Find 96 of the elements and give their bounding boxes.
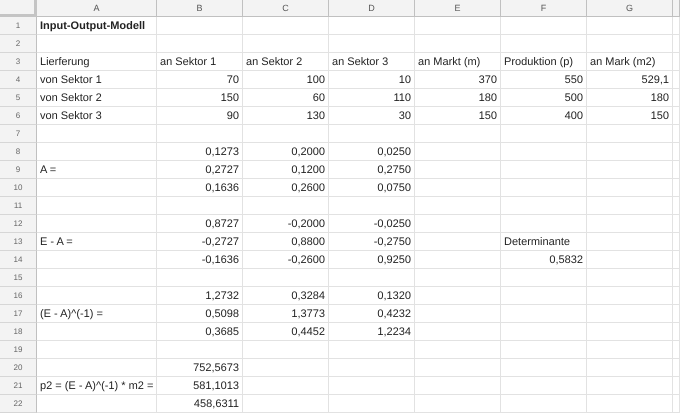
table-cell: 0,0750 bbox=[329, 179, 415, 197]
column-header[interactable]: C bbox=[243, 0, 329, 17]
table-cell: 110 bbox=[329, 89, 415, 107]
table-cell: 0,1636 bbox=[157, 179, 243, 197]
row-number[interactable]: 19 bbox=[0, 341, 37, 359]
table-cell: 90 bbox=[157, 107, 243, 125]
table-cell: 60 bbox=[243, 89, 329, 107]
table-cell: 1,3773 bbox=[243, 305, 329, 323]
table-cell: 0,2600 bbox=[243, 179, 329, 197]
row-number[interactable]: 6 bbox=[0, 107, 37, 125]
table-cell: 550 bbox=[501, 71, 587, 89]
row-number[interactable]: 18 bbox=[0, 323, 37, 341]
table-cell: -0,2000 bbox=[243, 215, 329, 233]
table-cell: 0,4452 bbox=[243, 323, 329, 341]
table-cell: (E - A)^(-1) = bbox=[37, 305, 157, 323]
table-cell: 0,8727 bbox=[157, 215, 243, 233]
column-header[interactable]: E bbox=[415, 0, 501, 17]
table-cell: 0,1320 bbox=[329, 287, 415, 305]
table-cell: Produktion (p) bbox=[501, 53, 587, 71]
row-number[interactable]: 15 bbox=[0, 269, 37, 287]
row-number[interactable]: 7 bbox=[0, 125, 37, 143]
table-cell: 0,5832 bbox=[501, 251, 587, 269]
table-cell: an Sektor 2 bbox=[243, 53, 329, 71]
row-number[interactable]: 13 bbox=[0, 233, 37, 251]
row-number[interactable]: 8 bbox=[0, 143, 37, 161]
table-cell: Input-Output-Modell bbox=[37, 17, 157, 35]
table-cell: 458,6311 bbox=[157, 395, 243, 413]
table-cell: 0,2727 bbox=[157, 161, 243, 179]
table-cell: 529,1 bbox=[587, 71, 673, 89]
table-cell: 180 bbox=[415, 89, 501, 107]
table-cell: 1,2234 bbox=[329, 323, 415, 341]
table-cell: 70 bbox=[157, 71, 243, 89]
table-cell: an Sektor 3 bbox=[329, 53, 415, 71]
table-cell: 0,5098 bbox=[157, 305, 243, 323]
table-cell: -0,1636 bbox=[157, 251, 243, 269]
row-number[interactable]: 5 bbox=[0, 89, 37, 107]
row-number[interactable]: 20 bbox=[0, 359, 37, 377]
table-cell: 130 bbox=[243, 107, 329, 125]
table-cell: -0,2600 bbox=[243, 251, 329, 269]
table-cell: 0,1200 bbox=[243, 161, 329, 179]
row-number[interactable]: 12 bbox=[0, 215, 37, 233]
select-all-corner[interactable] bbox=[0, 0, 37, 17]
column-header[interactable]: D bbox=[329, 0, 415, 17]
table-cell: 0,3284 bbox=[243, 287, 329, 305]
column-header[interactable]: G bbox=[587, 0, 673, 17]
table-cell: 0,2000 bbox=[243, 143, 329, 161]
table-cell: 581,1013 bbox=[157, 377, 243, 395]
row-number[interactable]: 11 bbox=[0, 197, 37, 215]
table-cell: 180 bbox=[587, 89, 673, 107]
table-cell: 0,9250 bbox=[329, 251, 415, 269]
row-number[interactable]: 16 bbox=[0, 287, 37, 305]
table-cell: p2 = (E - A)^(-1) * m2 = bbox=[37, 377, 157, 395]
table-cell: 500 bbox=[501, 89, 587, 107]
column-header[interactable]: B bbox=[157, 0, 243, 17]
row-number[interactable]: 2 bbox=[0, 35, 37, 53]
table-cell: E - A = bbox=[37, 233, 157, 251]
table-cell: von Sektor 3 bbox=[37, 107, 157, 125]
column-header[interactable]: A bbox=[37, 0, 157, 17]
table-cell: -0,0250 bbox=[329, 215, 415, 233]
table-cell: A = bbox=[37, 161, 157, 179]
table-cell: 0,4232 bbox=[329, 305, 415, 323]
column-header[interactable]: F bbox=[501, 0, 587, 17]
table-cell: an Mark (m2) bbox=[587, 53, 673, 71]
table-cell: von Sektor 2 bbox=[37, 89, 157, 107]
table-cell: Lierferung bbox=[37, 53, 157, 71]
column-header[interactable] bbox=[673, 0, 680, 17]
row-number[interactable]: 3 bbox=[0, 53, 37, 71]
table-cell: 0,0250 bbox=[329, 143, 415, 161]
table-cell: 0,8800 bbox=[243, 233, 329, 251]
table-cell: 10 bbox=[329, 71, 415, 89]
table-cell: 0,3685 bbox=[157, 323, 243, 341]
table-cell: -0,2727 bbox=[157, 233, 243, 251]
row-number[interactable]: 1 bbox=[0, 17, 37, 35]
table-cell: an Sektor 1 bbox=[157, 53, 243, 71]
table-cell: 150 bbox=[587, 107, 673, 125]
table-cell: 370 bbox=[415, 71, 501, 89]
row-number[interactable]: 21 bbox=[0, 377, 37, 395]
table-cell: 100 bbox=[243, 71, 329, 89]
table-cell: 0,1273 bbox=[157, 143, 243, 161]
table-cell: 150 bbox=[157, 89, 243, 107]
row-number[interactable]: 9 bbox=[0, 161, 37, 179]
table-cell: 150 bbox=[415, 107, 501, 125]
row-number[interactable]: 17 bbox=[0, 305, 37, 323]
row-number[interactable]: 14 bbox=[0, 251, 37, 269]
row-number[interactable]: 22 bbox=[0, 395, 37, 413]
table-cell: 400 bbox=[501, 107, 587, 125]
table-cell: Determinante bbox=[501, 233, 587, 251]
table-cell: an Markt (m) bbox=[415, 53, 501, 71]
row-number[interactable]: 4 bbox=[0, 71, 37, 89]
table-cell: von Sektor 1 bbox=[37, 71, 157, 89]
table-cell: 30 bbox=[329, 107, 415, 125]
table-cell: 1,2732 bbox=[157, 287, 243, 305]
table-cell: 752,5673 bbox=[157, 359, 243, 377]
row-number[interactable]: 10 bbox=[0, 179, 37, 197]
table-cell: -0,2750 bbox=[329, 233, 415, 251]
table-cell: 0,2750 bbox=[329, 161, 415, 179]
